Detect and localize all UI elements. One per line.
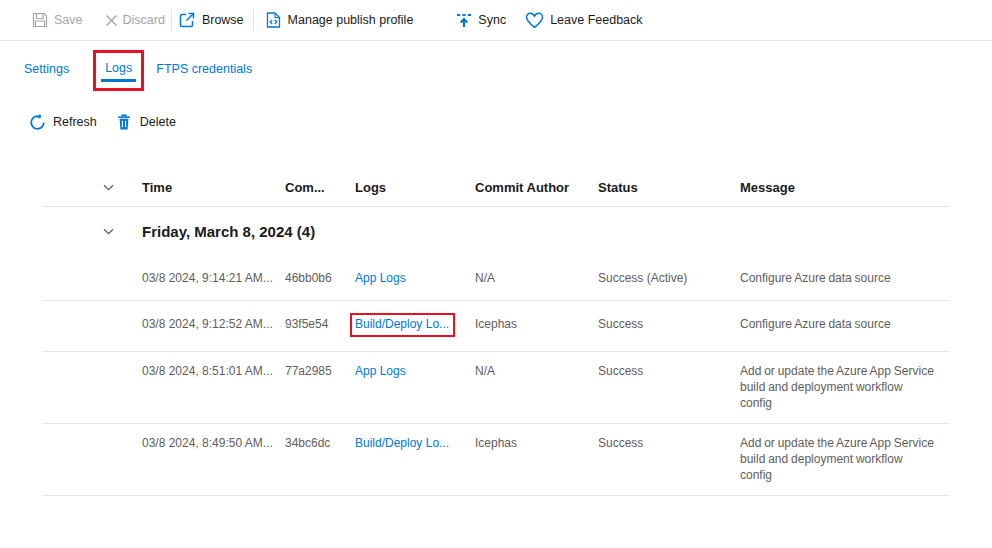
cell-message: Add or update the Azure App Service buil… xyxy=(730,363,950,411)
save-button[interactable]: Save xyxy=(32,12,83,28)
cell-time: 03/8 2024, 8:51:01 AM... xyxy=(130,363,275,379)
cell-status: Success xyxy=(588,363,730,379)
cell-message: Configure Azure data source xyxy=(730,270,950,286)
cell-status: Success xyxy=(588,316,730,332)
publish-profile-icon xyxy=(266,12,281,28)
heart-icon xyxy=(525,12,544,29)
toolbar-divider xyxy=(253,8,254,32)
group-header-row: Friday, March 8, 2024 (4) xyxy=(42,207,950,255)
group-collapse-chevron[interactable] xyxy=(42,225,130,238)
tab-logs[interactable]: Logs xyxy=(101,61,136,82)
collapse-all-chevron[interactable] xyxy=(42,181,130,194)
cell-commit-id: 34bc6dc xyxy=(275,435,345,451)
browse-label: Browse xyxy=(202,13,244,27)
delete-label: Delete xyxy=(140,115,176,129)
group-header-label: Friday, March 8, 2024 (4) xyxy=(130,223,315,240)
table-header-row: Time Com... Logs Commit Author Status Me… xyxy=(42,169,950,207)
cell-message: Add or update the Azure App Service buil… xyxy=(730,435,950,483)
column-header-time[interactable]: Time xyxy=(130,180,275,195)
column-header-status[interactable]: Status xyxy=(588,180,730,195)
browse-icon xyxy=(179,12,195,28)
manage-publish-profile-label: Manage publish profile xyxy=(288,13,414,27)
log-row[interactable]: 03/8 2024, 9:12:52 AM... 93f5e54 Build/D… xyxy=(42,301,950,352)
column-header-commit-author[interactable]: Commit Author xyxy=(465,180,588,195)
sync-button[interactable]: Sync xyxy=(456,12,506,28)
cell-commit-author: N/A xyxy=(465,270,588,286)
sync-label: Sync xyxy=(478,13,506,27)
annotation-box-logs-tab: Logs xyxy=(93,50,144,91)
cell-commit-author: Icephas xyxy=(465,435,588,451)
refresh-icon xyxy=(29,114,46,131)
cell-time: 03/8 2024, 8:49:50 AM... xyxy=(130,435,275,451)
cell-status: Success xyxy=(588,435,730,451)
leave-feedback-button[interactable]: Leave Feedback xyxy=(525,12,642,29)
cell-time: 03/8 2024, 9:14:21 AM... xyxy=(130,270,275,286)
tab-ftps-credentials[interactable]: FTPS credentials xyxy=(156,62,252,76)
discard-icon xyxy=(105,14,118,27)
manage-publish-profile-button[interactable]: Manage publish profile xyxy=(266,12,414,28)
delete-button[interactable]: Delete xyxy=(117,114,176,130)
log-row[interactable]: 03/8 2024, 9:14:21 AM... 46bb0b6 App Log… xyxy=(42,255,950,301)
app-logs-link[interactable]: App Logs xyxy=(355,271,406,285)
logs-table: Time Com... Logs Commit Author Status Me… xyxy=(42,169,950,496)
app-logs-link[interactable]: App Logs xyxy=(355,364,406,378)
save-label: Save xyxy=(54,13,83,27)
cell-commit-author: N/A xyxy=(465,363,588,379)
leave-feedback-label: Leave Feedback xyxy=(550,13,642,27)
tab-bar: Settings Logs FTPS credentials xyxy=(0,41,992,97)
action-bar: Refresh Delete xyxy=(0,105,992,139)
column-header-commit[interactable]: Com... xyxy=(275,180,345,195)
browse-button[interactable]: Browse xyxy=(179,12,244,28)
cell-time: 03/8 2024, 9:12:52 AM... xyxy=(130,316,275,332)
command-bar: Save Discard Browse Manage publish profi… xyxy=(0,0,992,41)
cell-commit-author: Icephas xyxy=(465,316,588,332)
refresh-label: Refresh xyxy=(53,115,97,129)
tab-settings[interactable]: Settings xyxy=(24,62,69,76)
cell-commit-id: 77a2985 xyxy=(275,363,345,379)
column-header-logs[interactable]: Logs xyxy=(345,180,465,195)
build-deploy-logs-link[interactable]: Build/Deploy Lo... xyxy=(355,317,449,331)
refresh-button[interactable]: Refresh xyxy=(29,114,97,131)
discard-label: Discard xyxy=(123,13,165,27)
toolbar-divider xyxy=(171,8,172,32)
cell-message: Configure Azure data source xyxy=(730,316,950,332)
cell-commit-id: 93f5e54 xyxy=(275,316,345,332)
delete-icon xyxy=(117,114,131,130)
log-row[interactable]: 03/8 2024, 8:49:50 AM... 34bc6dc Build/D… xyxy=(42,424,950,496)
sync-icon xyxy=(456,12,472,28)
annotation-box-build-deploy-link: Build/Deploy Lo... xyxy=(350,313,455,337)
column-header-message[interactable]: Message xyxy=(730,180,950,196)
log-row[interactable]: 03/8 2024, 8:51:01 AM... 77a2985 App Log… xyxy=(42,352,950,424)
save-icon xyxy=(32,12,48,28)
cell-commit-id: 46bb0b6 xyxy=(275,270,345,286)
cell-status: Success (Active) xyxy=(588,270,730,286)
build-deploy-logs-link[interactable]: Build/Deploy Lo... xyxy=(355,436,449,450)
discard-button[interactable]: Discard xyxy=(105,13,165,27)
